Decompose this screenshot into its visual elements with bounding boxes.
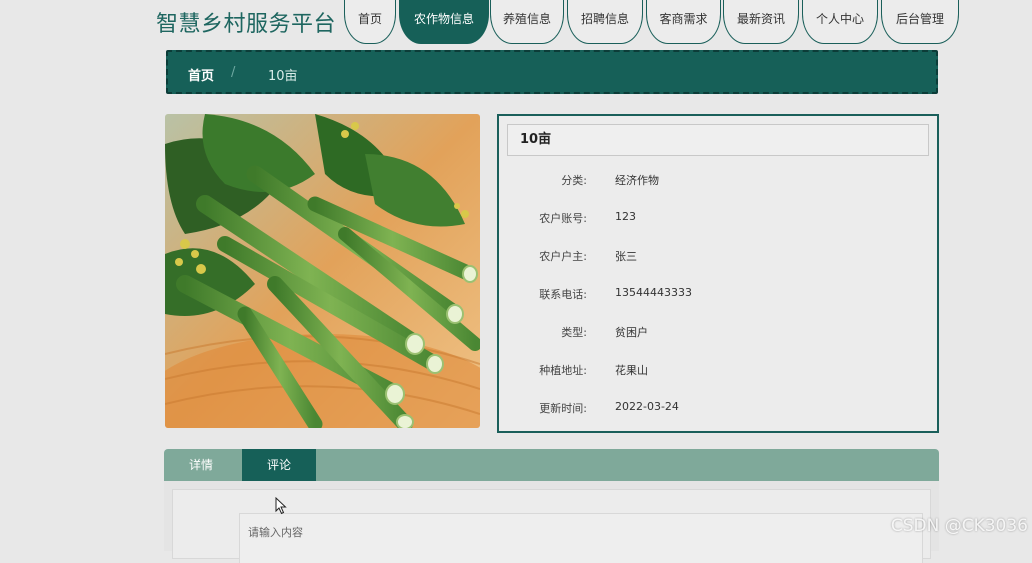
field-value: 13544443333 [615,286,692,299]
nav-item-breeding[interactable]: 养殖信息 [490,0,564,44]
nav-item-news[interactable]: 最新资讯 [723,0,799,44]
tab-comments[interactable]: 评论 [242,449,316,481]
detail-row-householder: 农户户主: 张三 [499,248,937,268]
field-value: 张三 [615,250,637,263]
nav-item-crops[interactable]: 农作物信息 [399,0,489,44]
nav-item-profile[interactable]: 个人中心 [802,0,878,44]
field-label: 农户账号: [539,212,587,225]
breadcrumb-current: 10亩 [268,69,298,84]
field-label: 分类: [561,174,587,187]
field-label: 联系电话: [539,288,587,301]
nav-item-home[interactable]: 首页 [344,0,396,44]
field-label: 更新时间: [539,402,587,415]
field-label: 农户户主: [539,250,587,263]
breadcrumb: 首页 / 10亩 [166,50,938,94]
nav-item-admin[interactable]: 后台管理 [881,0,959,44]
field-value: 贫困户 [615,326,648,339]
mouse-cursor-icon [275,496,287,519]
breadcrumb-home-link[interactable]: 首页 [188,65,214,84]
detail-row-address: 种植地址: 花果山 [499,362,937,382]
detail-panel: 10亩 分类: 经济作物 农户账号: 123 农户户主: 张三 联系电话: 13… [497,114,939,433]
site-title: 智慧乡村服务平台 [156,12,337,37]
detail-row-type: 类型: 贫困户 [499,324,937,344]
tab-details[interactable]: 详情 [164,449,238,481]
detail-title: 10亩 [507,124,929,156]
breadcrumb-separator: / [231,65,236,80]
field-value: 花果山 [615,364,648,377]
detail-row-account: 农户账号: 123 [499,210,937,230]
watermark: CSDN @CK3036 [890,516,1028,536]
nav-item-recruit[interactable]: 招聘信息 [567,0,643,44]
field-value: 123 [615,210,636,223]
field-label: 种植地址: [539,364,587,377]
field-label: 类型: [561,326,587,339]
detail-row-updated: 更新时间: 2022-03-24 [499,400,937,420]
detail-row-phone: 联系电话: 13544443333 [499,286,937,306]
field-value: 2022-03-24 [615,400,679,413]
detail-tabs: 详情 评论 [164,449,939,481]
product-image [165,114,480,428]
field-value: 经济作物 [615,174,659,187]
comment-input[interactable] [239,513,923,563]
detail-row-category: 分类: 经济作物 [499,172,937,192]
nav-item-demand[interactable]: 客商需求 [646,0,721,44]
